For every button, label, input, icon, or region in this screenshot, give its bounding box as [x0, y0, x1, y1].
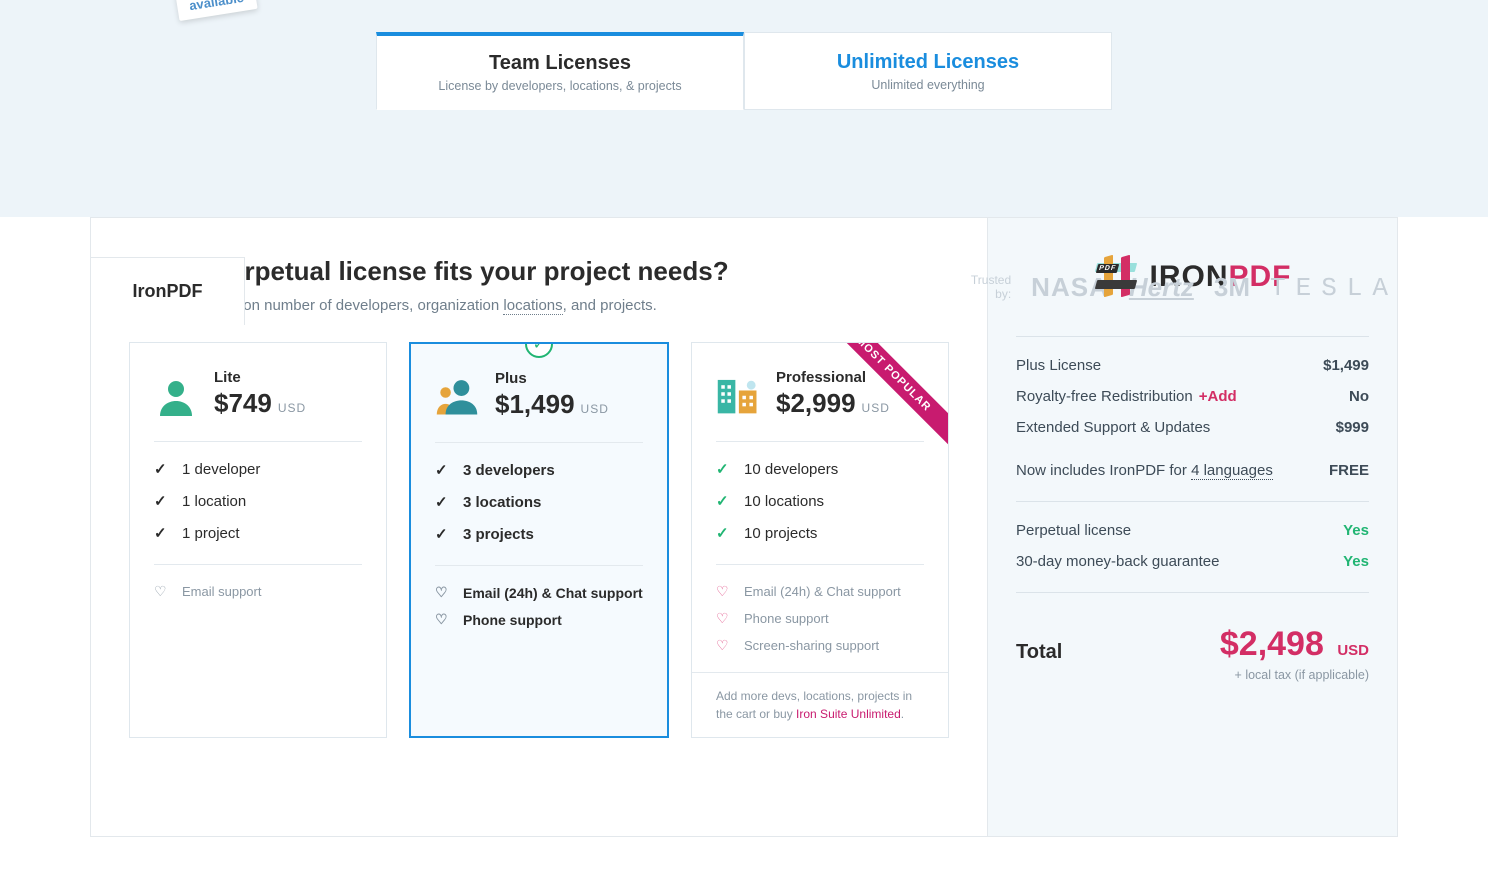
feature-text: 3 locations	[463, 494, 541, 511]
tax-note: + local tax (if applicable)	[1016, 668, 1369, 682]
check-icon: ✓	[435, 525, 451, 543]
available-sticker: available	[175, 0, 257, 21]
feature-text: 1 location	[182, 493, 246, 510]
plan-price: $2,999	[776, 388, 856, 419]
heart-icon: ♡	[154, 583, 170, 600]
summary-perpetual: Perpetual license Yes	[1016, 522, 1369, 539]
heart-icon: ♡	[716, 583, 732, 600]
plan-card-lite[interactable]: Lite $749 USD ✓ 1 developer ✓ 1 location ✓ 1…	[129, 342, 387, 738]
trusted-label: Trusted by:	[961, 274, 1011, 300]
page-heading: Which perpetual license fits your projec…	[129, 256, 949, 287]
feature-text: 1 project	[182, 525, 240, 542]
check-icon: ✓	[435, 493, 451, 511]
single-user-icon	[154, 372, 198, 416]
check-icon: ✓	[154, 460, 170, 478]
page-body: IronPDF Trusted by: NASA Hertz 3M TESLA …	[0, 217, 1488, 877]
add-royalty-link[interactable]: +Add	[1199, 388, 1237, 405]
heart-icon: ♡	[716, 610, 732, 627]
plan-price: $749	[214, 388, 272, 419]
plan-name: Plus	[495, 370, 609, 387]
feature-text: 10 developers	[744, 461, 838, 478]
tab-unlimited-licenses[interactable]: Unlimited Licenses Unlimited everything	[744, 32, 1112, 110]
buildings-icon	[716, 372, 760, 416]
plan-card-professional[interactable]: MOST POPULAR Pro	[691, 342, 949, 738]
hash-icon: PDF	[1094, 254, 1140, 300]
summary-support: Extended Support & Updates $999	[1016, 419, 1369, 436]
professional-note: Add more devs, locations, projects in th…	[692, 672, 948, 737]
summary-license: Plus License $1,499	[1016, 357, 1369, 374]
plan-cards: Lite $749 USD ✓ 1 developer ✓ 1 location ✓ 1…	[129, 342, 949, 738]
check-icon: ✓	[716, 460, 732, 478]
tab-team-licenses[interactable]: Team Licenses License by developers, loc…	[376, 32, 744, 110]
summary-moneyback: 30-day money-back guarantee Yes	[1016, 553, 1369, 570]
logo-3m: 3M	[1214, 272, 1250, 303]
check-icon: ✓	[716, 492, 732, 510]
hero-band: available Team Licenses License by devel…	[0, 0, 1488, 110]
feature-text: 1 developer	[182, 461, 260, 478]
plan-card-plus[interactable]: ✓ Plus $1,499USD ✓3 devel	[409, 342, 669, 738]
heart-icon: ♡	[435, 584, 451, 601]
pricing-panel: Which perpetual license fits your projec…	[90, 217, 1398, 837]
summary-sidebar: PDF IRONPDF Plus License $1,499 Royalty-…	[987, 218, 1397, 836]
support-text: Phone support	[744, 611, 829, 626]
summary-total: Total $2,498 USD	[1016, 625, 1369, 664]
check-icon: ✓	[154, 524, 170, 542]
product-tab-ironpdf[interactable]: IronPDF	[90, 257, 245, 325]
tab-subtitle: Unlimited everything	[871, 78, 984, 92]
plan-name: Lite	[214, 369, 306, 386]
tab-subtitle: License by developers, locations, & proj…	[438, 79, 681, 93]
support-text: Email (24h) & Chat support	[463, 585, 643, 601]
iron-suite-unlimited-link[interactable]: Iron Suite Unlimited	[796, 707, 901, 721]
currency-label: USD	[862, 401, 890, 415]
feature-text: 3 developers	[463, 462, 555, 479]
support-text: Screen-sharing support	[744, 638, 879, 653]
tab-title: Unlimited Licenses	[837, 51, 1019, 74]
heart-icon: ♡	[435, 611, 451, 628]
currency-label: USD	[581, 402, 609, 416]
feature-text: 10 locations	[744, 493, 824, 510]
feature-text: 10 projects	[744, 525, 817, 542]
feature-text: 3 projects	[463, 526, 534, 543]
support-text: Phone support	[463, 612, 562, 628]
currency-label: USD	[278, 401, 306, 415]
license-type-tabs: Team Licenses License by developers, loc…	[0, 32, 1488, 110]
plan-price: $1,499	[495, 389, 575, 420]
summary-includes: Now includes IronPDF for 4 languages FRE…	[1016, 462, 1369, 479]
support-text: Email (24h) & Chat support	[744, 584, 901, 599]
logo-tesla: TESLA	[1270, 273, 1398, 303]
support-text: Email support	[182, 584, 261, 599]
tab-title: Team Licenses	[489, 52, 631, 75]
check-icon: ✓	[716, 524, 732, 542]
check-icon: ✓	[154, 492, 170, 510]
selected-check-icon: ✓	[525, 342, 553, 358]
summary-royalty: Royalty-free Redistribution+Add No	[1016, 388, 1369, 405]
team-users-icon	[435, 373, 479, 417]
plan-name: Professional	[776, 369, 890, 386]
check-icon: ✓	[435, 461, 451, 479]
trusted-by-row: Trusted by: NASA Hertz 3M TESLA	[961, 272, 1398, 303]
page-subheading: Coverage based on number of developers, …	[129, 297, 949, 314]
heart-icon: ♡	[716, 637, 732, 654]
